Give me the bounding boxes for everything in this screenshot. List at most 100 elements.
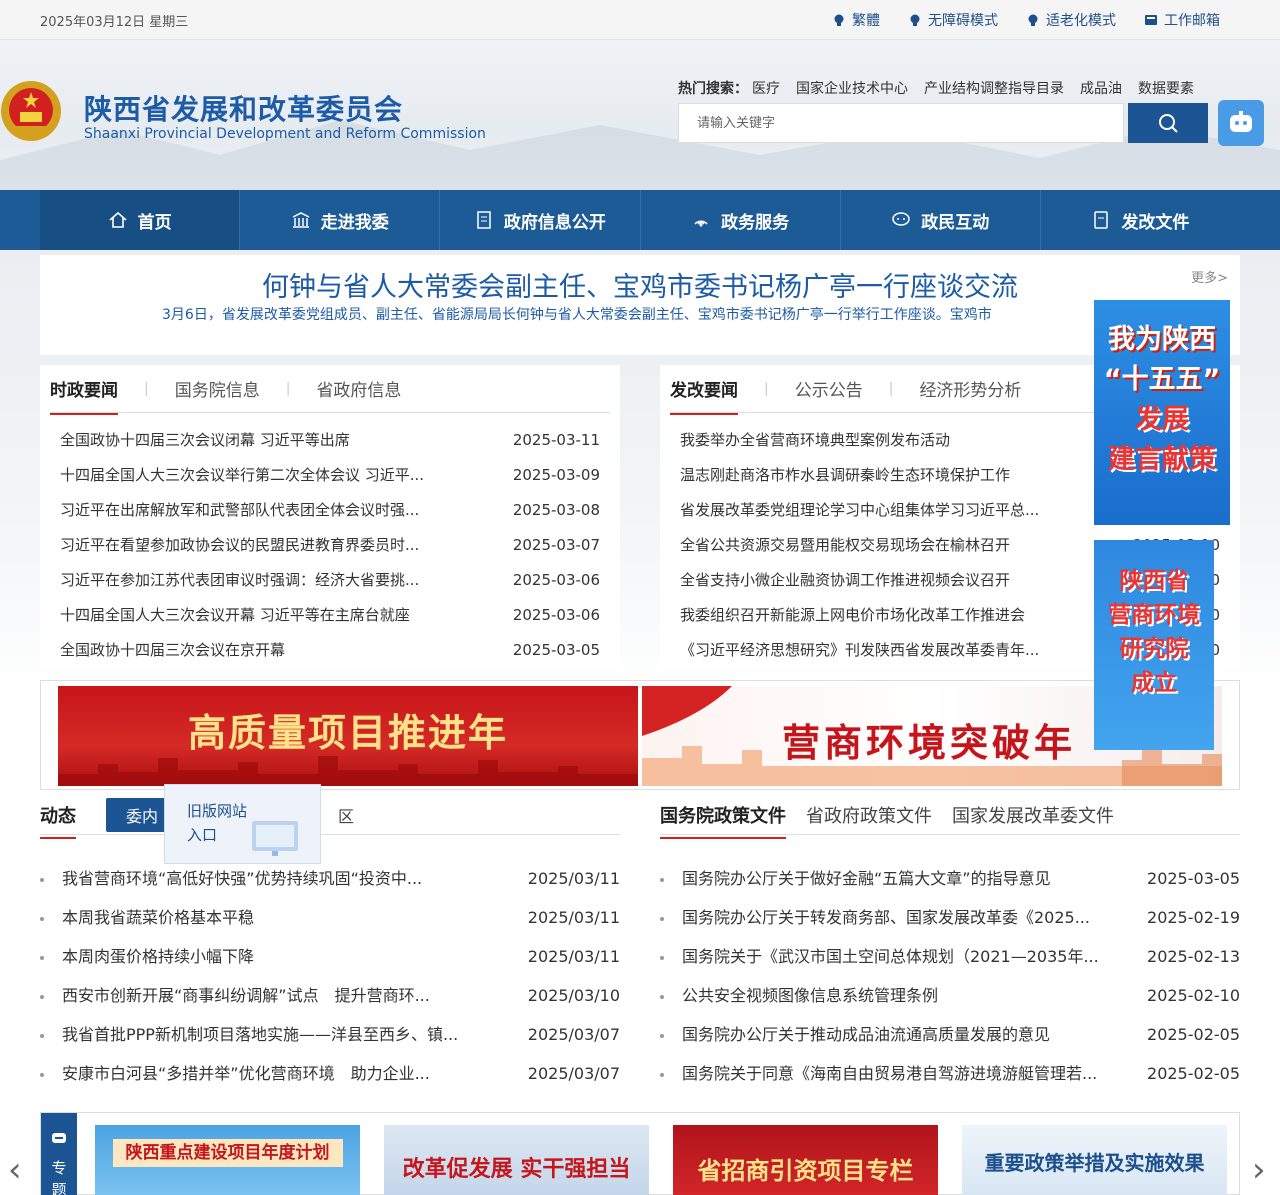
bulb-icon bbox=[834, 14, 844, 26]
search-input[interactable]: 请输入关键字 bbox=[678, 103, 1124, 143]
news-title[interactable]: 《习近平经济思想研究》刊发陕西省发展改革委青年... bbox=[680, 633, 1039, 668]
search-button[interactable] bbox=[1128, 103, 1208, 143]
nav-interaction[interactable]: 政民互动 bbox=[841, 190, 1041, 250]
news-date: 2025-03-09 bbox=[512, 466, 600, 484]
nav-documents[interactable]: 发改文件 bbox=[1041, 190, 1240, 250]
tab-announcements[interactable]: 公示公告 bbox=[769, 376, 889, 401]
tab-ndrc-news[interactable]: 发改要闻 bbox=[670, 376, 764, 415]
topic-card[interactable]: 重要政策举措及实施效果 bbox=[962, 1125, 1227, 1195]
tab-provincial-gov[interactable]: 省政府信息 bbox=[290, 376, 427, 401]
news-title[interactable]: 本周我省蔬菜价格基本平稳 bbox=[62, 898, 254, 937]
news-title[interactable]: 我省首批PPP新机制项目落地实施——洋县至西乡、镇... bbox=[62, 1015, 458, 1054]
topic-card[interactable]: 省招商引资项目专栏 bbox=[673, 1125, 938, 1195]
topic-title: 陕西重点建设项目年度计划 bbox=[112, 1139, 343, 1167]
news-title[interactable]: 十四届全国人大三次会议举行第二次全体会议 习近平... bbox=[60, 458, 424, 493]
list-item[interactable]: 十四届全国人大三次会议举行第二次全体会议 习近平... 2025-03-09 bbox=[60, 458, 600, 493]
robot-assistant-button[interactable] bbox=[1218, 100, 1264, 146]
news-title[interactable]: 全省公共资源交易暨用能权交易现场会在榆林召开 bbox=[680, 528, 1010, 563]
nav-services[interactable]: 政务服务 bbox=[641, 190, 841, 250]
news-title[interactable]: 习近平在参加江苏代表团审议时强调：经济大省要挑... bbox=[60, 563, 419, 598]
suggestion-campaign-ad[interactable]: 我为陕西 “十五五” 发展 建言献策 bbox=[1094, 300, 1230, 525]
policy-title[interactable]: 国务院关于同意《海南自由贸易港自驾游进境游艇管理若... bbox=[682, 1054, 1097, 1093]
news-title[interactable]: 习近平在看望参加政协会议的民盟民进教育界委员时... bbox=[60, 528, 419, 563]
list-item[interactable]: 安康市白河县“多措并举”优化营商环境 助力企业... 2025/03/07 bbox=[40, 1054, 620, 1093]
accessibility-mode-link[interactable]: 无障碍模式 bbox=[908, 10, 998, 30]
elderly-mode-label: 适老化模式 bbox=[1046, 13, 1116, 29]
tab-economic-analysis[interactable]: 经济形势分析 bbox=[893, 376, 1047, 401]
work-email-link[interactable]: 工作邮箱 bbox=[1144, 10, 1220, 30]
tab-provincial-policy[interactable]: 省政府政策文件 bbox=[806, 802, 932, 828]
policy-title[interactable]: 公共安全视频图像信息系统管理条例 bbox=[682, 976, 938, 1015]
headline-title[interactable]: 何钟与省人大常委会副主任、宝鸡市委书记杨广亭一行座谈交流 bbox=[40, 265, 1240, 304]
headline-summary[interactable]: 3月6日，省发展改革委党组成员、副主任、省能源局局长何钟与省人大常委会副主任、宝… bbox=[162, 304, 1092, 324]
bulb-icon bbox=[910, 14, 920, 26]
policy-title[interactable]: 国务院办公厅关于推动成品油流通高质量发展的意见 bbox=[682, 1015, 1050, 1054]
list-item[interactable]: 本周肉蛋价格持续小幅下降 2025/03/11 bbox=[40, 937, 620, 976]
list-item[interactable]: 习近平在看望参加政协会议的民盟民进教育界委员时... 2025-03-07 bbox=[60, 528, 600, 563]
topic-card[interactable]: 改革促发展 实干强担当 bbox=[384, 1125, 649, 1195]
news-title[interactable]: 温志刚赴商洛市柞水县调研秦岭生态环境保护工作 bbox=[680, 458, 1010, 493]
list-item[interactable]: 国务院办公厅关于转发商务部、国家发展改革委《2025... 2025-02-19 bbox=[660, 898, 1240, 937]
headline-more-link[interactable]: 更多> bbox=[1191, 267, 1228, 286]
list-item[interactable]: 我省首批PPP新机制项目落地实施——洋县至西乡、镇... 2025/03/07 bbox=[40, 1015, 620, 1054]
hot-term[interactable]: 国家企业技术中心 bbox=[796, 78, 908, 98]
nav-gov-info[interactable]: 政府信息公开 bbox=[440, 190, 641, 250]
headline-box: 何钟与省人大常委会副主任、宝鸡市委书记杨广亭一行座谈交流 更多> 3月6日，省发… bbox=[40, 255, 1240, 355]
business-institute-ad[interactable]: 陕西省 营商环境 研究院 成立 bbox=[1094, 540, 1214, 750]
hot-term[interactable]: 数据要素 bbox=[1138, 78, 1194, 98]
nav-about[interactable]: 走进我委 bbox=[240, 190, 441, 250]
news-title[interactable]: 全国政协十四届三次会议在京开幕 bbox=[60, 633, 285, 668]
traditional-chinese-link[interactable]: 繁體 bbox=[832, 10, 880, 30]
news-title[interactable]: 全省支持小微企业融资协调工作推进视频会议召开 bbox=[680, 563, 1010, 598]
news-title[interactable]: 十四届全国人大三次会议开幕 习近平等在主席台就座 bbox=[60, 598, 410, 633]
list-item[interactable]: 全国政协十四届三次会议在京开幕 2025-03-05 bbox=[60, 633, 600, 668]
tab-current-affairs[interactable]: 时政要闻 bbox=[50, 376, 144, 415]
nav-home[interactable]: 首页 bbox=[40, 190, 241, 250]
news-title[interactable]: 我委举办全省营商环境典型案例发布活动 bbox=[680, 423, 950, 458]
list-item[interactable]: 国务院办公厅关于做好金融“五篇大文章”的指导意见 2025-03-05 bbox=[660, 859, 1240, 898]
news-title[interactable]: 习近平在出席解放军和武警部队代表团全体会议时强... bbox=[60, 493, 419, 528]
list-item[interactable]: 十四届全国人大三次会议开幕 习近平等在主席台就座 2025-03-06 bbox=[60, 598, 600, 633]
list-item[interactable]: 全国政协十四届三次会议闭幕 习近平等出席 2025-03-11 bbox=[60, 423, 600, 458]
list-item[interactable]: 国务院办公厅关于推动成品油流通高质量发展的意见 2025-02-05 bbox=[660, 1015, 1240, 1054]
news-date: 2025/03/10 bbox=[527, 986, 620, 1005]
old-site-entry[interactable]: 旧版网站 入口 bbox=[164, 784, 321, 864]
tab-state-council-policy[interactable]: 国务院政策文件 bbox=[660, 802, 786, 839]
tab-state-council[interactable]: 国务院信息 bbox=[149, 376, 286, 401]
chat-icon bbox=[52, 1133, 66, 1143]
banner-quality-projects[interactable]: 高质量项目推进年 bbox=[58, 686, 638, 786]
hot-term[interactable]: 成品油 bbox=[1080, 78, 1122, 98]
news-date: 2025/03/11 bbox=[527, 869, 620, 888]
list-item[interactable]: 国务院关于《武汉市国土空间总体规划（2021—2035年... 2025-02-1… bbox=[660, 937, 1240, 976]
policy-title[interactable]: 国务院办公厅关于转发商务部、国家发展改革委《2025... bbox=[682, 898, 1090, 937]
list-item[interactable]: 西安市创新开展“商事纠纷调解”试点 提升营商环... 2025/03/10 bbox=[40, 976, 620, 1015]
news-title[interactable]: 我委组织召开新能源上网电价市场化改革工作推进会 bbox=[680, 598, 1025, 633]
news-title[interactable]: 西安市创新开展“商事纠纷调解”试点 提升营商环... bbox=[62, 976, 430, 1015]
old-site-label: 入口 bbox=[187, 826, 218, 844]
tab-ndrc-documents[interactable]: 国家发展改革委文件 bbox=[952, 802, 1114, 828]
news-title[interactable]: 本周肉蛋价格持续小幅下降 bbox=[62, 937, 254, 976]
top-links: 繁體 无障碍模式 适老化模式 工作邮箱 bbox=[832, 10, 1220, 30]
elderly-mode-link[interactable]: 适老化模式 bbox=[1026, 10, 1116, 30]
hot-term[interactable]: 医疗 bbox=[752, 78, 780, 98]
list-item[interactable]: 习近平在出席解放军和武警部队代表团全体会议时强... 2025-03-08 bbox=[60, 493, 600, 528]
carousel-prev-button[interactable]: ‹ bbox=[8, 1150, 22, 1190]
news-title[interactable]: 全国政协十四届三次会议闭幕 习近平等出席 bbox=[60, 423, 350, 458]
list-item[interactable]: 本周我省蔬菜价格基本平稳 2025/03/11 bbox=[40, 898, 620, 937]
left-news-list: 全国政协十四届三次会议闭幕 习近平等出席 2025-03-11 十四届全国人大三次… bbox=[40, 423, 620, 668]
hot-term[interactable]: 产业结构调整指导目录 bbox=[924, 78, 1064, 98]
list-item[interactable]: 习近平在参加江苏代表团审议时强调：经济大省要挑... 2025-03-06 bbox=[60, 563, 600, 598]
news-title[interactable]: 安康市白河县“多措并举”优化营商环境 助力企业... bbox=[62, 1054, 430, 1093]
policy-title[interactable]: 国务院办公厅关于做好金融“五篇大文章”的指导意见 bbox=[682, 859, 1051, 898]
topic-title: 省招商引资项目专栏 bbox=[697, 1157, 914, 1185]
topic-card[interactable]: 陕西重点建设项目年度计划 bbox=[95, 1125, 360, 1195]
list-item[interactable]: 国务院关于同意《海南自由贸易港自驾游进境游艇管理若... 2025-02-05 bbox=[660, 1054, 1240, 1093]
news-title[interactable]: 我省营商环境“高低好快强”优势持续巩固“投资中... bbox=[62, 859, 422, 898]
list-item[interactable]: 我省营商环境“高低好快强”优势持续巩固“投资中... 2025/03/11 bbox=[40, 859, 620, 898]
topic-title: 改革促发展 实干强担当 bbox=[402, 1156, 631, 1182]
tab-region[interactable]: 区 bbox=[338, 803, 354, 827]
carousel-next-button[interactable]: › bbox=[1252, 1150, 1266, 1190]
policy-title[interactable]: 国务院关于《武汉市国土空间总体规划（2021—2035年... bbox=[682, 937, 1099, 976]
news-title[interactable]: 省发展改革委党组理论学习中心组集体学习习近平总... bbox=[680, 493, 1039, 528]
list-item[interactable]: 公共安全视频图像信息系统管理条例 2025-02-10 bbox=[660, 976, 1240, 1015]
